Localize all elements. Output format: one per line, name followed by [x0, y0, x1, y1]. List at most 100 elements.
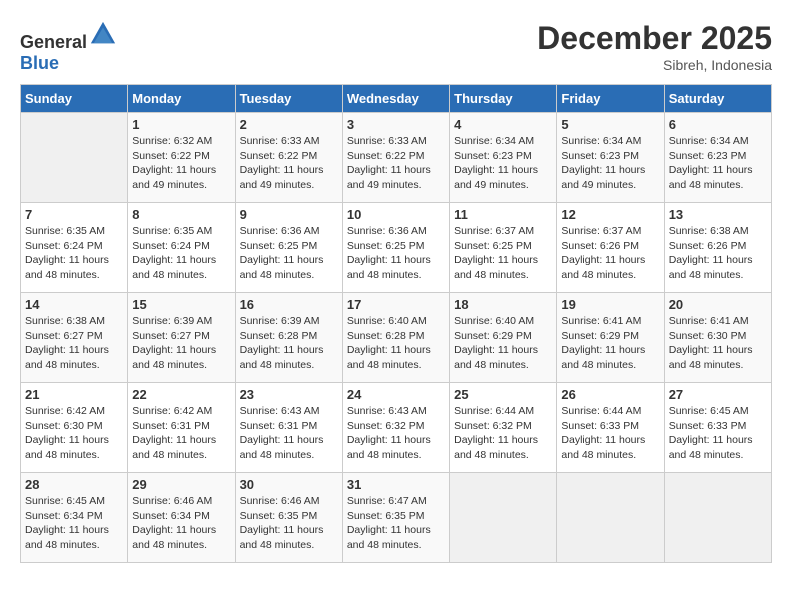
day-number: 17 — [347, 297, 445, 312]
day-number: 9 — [240, 207, 338, 222]
col-header-monday: Monday — [128, 85, 235, 113]
calendar-cell: 2 Sunrise: 6:33 AMSunset: 6:22 PMDaylight… — [235, 113, 342, 203]
day-number: 22 — [132, 387, 230, 402]
day-number: 2 — [240, 117, 338, 132]
cell-info: Sunrise: 6:35 AMSunset: 6:24 PMDaylight:… — [132, 224, 230, 283]
calendar-cell: 27Sunrise: 6:45 AMSunset: 6:33 PMDayligh… — [664, 383, 771, 473]
cell-info: Sunrise: 6:41 AMSunset: 6:30 PMDaylight:… — [669, 314, 767, 373]
cell-info: Sunrise: 6:36 AMSunset: 6:25 PMDaylight:… — [240, 224, 338, 283]
calendar-week-3: 14Sunrise: 6:38 AMSunset: 6:27 PMDayligh… — [21, 293, 772, 383]
calendar-cell: 9 Sunrise: 6:36 AMSunset: 6:25 PMDaylight… — [235, 203, 342, 293]
cell-info: Sunrise: 6:40 AMSunset: 6:28 PMDaylight:… — [347, 314, 445, 373]
day-number: 25 — [454, 387, 552, 402]
calendar-cell: 10 Sunrise: 6:36 AMSunset: 6:25 PMDayligh… — [342, 203, 449, 293]
cell-info: Sunrise: 6:33 AMSunset: 6:22 PMDaylight:… — [240, 134, 338, 193]
day-number: 31 — [347, 477, 445, 492]
cell-info: Sunrise: 6:46 AMSunset: 6:35 PMDaylight:… — [240, 494, 338, 553]
cell-info: Sunrise: 6:34 AMSunset: 6:23 PMDaylight:… — [454, 134, 552, 193]
month-year-title: December 2025 — [537, 20, 772, 57]
cell-info: Sunrise: 6:32 AMSunset: 6:22 PMDaylight:… — [132, 134, 230, 193]
calendar-cell: 28 Sunrise: 6:45 AMSunset: 6:34 PMDayligh… — [21, 473, 128, 563]
col-header-thursday: Thursday — [450, 85, 557, 113]
cell-info: Sunrise: 6:33 AMSunset: 6:22 PMDaylight:… — [347, 134, 445, 193]
day-number: 5 — [561, 117, 659, 132]
day-number: 24 — [347, 387, 445, 402]
col-header-friday: Friday — [557, 85, 664, 113]
cell-info: Sunrise: 6:41 AMSunset: 6:29 PMDaylight:… — [561, 314, 659, 373]
calendar-cell: 4Sunrise: 6:34 AMSunset: 6:23 PMDaylight… — [450, 113, 557, 203]
day-number: 26 — [561, 387, 659, 402]
calendar-cell: 25 Sunrise: 6:44 AMSunset: 6:32 PMDayligh… — [450, 383, 557, 473]
calendar-cell: 7 Sunrise: 6:35 AMSunset: 6:24 PMDaylight… — [21, 203, 128, 293]
logo: General Blue — [20, 20, 117, 74]
cell-info: Sunrise: 6:44 AMSunset: 6:33 PMDaylight:… — [561, 404, 659, 463]
calendar-cell: 26 Sunrise: 6:44 AMSunset: 6:33 PMDayligh… — [557, 383, 664, 473]
cell-info: Sunrise: 6:37 AMSunset: 6:25 PMDaylight:… — [454, 224, 552, 283]
calendar-cell: 15Sunrise: 6:39 AMSunset: 6:27 PMDayligh… — [128, 293, 235, 383]
day-number: 16 — [240, 297, 338, 312]
calendar-cell: 23 Sunrise: 6:43 AMSunset: 6:31 PMDayligh… — [235, 383, 342, 473]
calendar-table: SundayMondayTuesdayWednesdayThursdayFrid… — [20, 84, 772, 563]
logo-blue: Blue — [20, 53, 59, 73]
location-subtitle: Sibreh, Indonesia — [537, 57, 772, 73]
calendar-cell: 17 Sunrise: 6:40 AMSunset: 6:28 PMDayligh… — [342, 293, 449, 383]
day-number: 23 — [240, 387, 338, 402]
calendar-cell: 20 Sunrise: 6:41 AMSunset: 6:30 PMDayligh… — [664, 293, 771, 383]
cell-info: Sunrise: 6:43 AMSunset: 6:31 PMDaylight:… — [240, 404, 338, 463]
day-number: 14 — [25, 297, 123, 312]
day-number: 8 — [132, 207, 230, 222]
col-header-sunday: Sunday — [21, 85, 128, 113]
calendar-header-row: SundayMondayTuesdayWednesdayThursdayFrid… — [21, 85, 772, 113]
cell-info: Sunrise: 6:35 AMSunset: 6:24 PMDaylight:… — [25, 224, 123, 283]
calendar-cell: 8 Sunrise: 6:35 AMSunset: 6:24 PMDaylight… — [128, 203, 235, 293]
col-header-saturday: Saturday — [664, 85, 771, 113]
calendar-cell — [21, 113, 128, 203]
calendar-cell: 11Sunrise: 6:37 AMSunset: 6:25 PMDayligh… — [450, 203, 557, 293]
col-header-tuesday: Tuesday — [235, 85, 342, 113]
cell-info: Sunrise: 6:43 AMSunset: 6:32 PMDaylight:… — [347, 404, 445, 463]
day-number: 10 — [347, 207, 445, 222]
cell-info: Sunrise: 6:46 AMSunset: 6:34 PMDaylight:… — [132, 494, 230, 553]
cell-info: Sunrise: 6:47 AMSunset: 6:35 PMDaylight:… — [347, 494, 445, 553]
cell-info: Sunrise: 6:42 AMSunset: 6:30 PMDaylight:… — [25, 404, 123, 463]
calendar-week-4: 21 Sunrise: 6:42 AMSunset: 6:30 PMDayligh… — [21, 383, 772, 473]
calendar-week-1: 1Sunrise: 6:32 AMSunset: 6:22 PMDaylight… — [21, 113, 772, 203]
calendar-cell: 3Sunrise: 6:33 AMSunset: 6:22 PMDaylight… — [342, 113, 449, 203]
cell-info: Sunrise: 6:37 AMSunset: 6:26 PMDaylight:… — [561, 224, 659, 283]
cell-info: Sunrise: 6:40 AMSunset: 6:29 PMDaylight:… — [454, 314, 552, 373]
calendar-cell — [450, 473, 557, 563]
calendar-cell: 5 Sunrise: 6:34 AMSunset: 6:23 PMDaylight… — [557, 113, 664, 203]
cell-info: Sunrise: 6:45 AMSunset: 6:34 PMDaylight:… — [25, 494, 123, 553]
day-number: 15 — [132, 297, 230, 312]
calendar-cell: 31 Sunrise: 6:47 AMSunset: 6:35 PMDayligh… — [342, 473, 449, 563]
day-number: 28 — [25, 477, 123, 492]
cell-info: Sunrise: 6:39 AMSunset: 6:28 PMDaylight:… — [240, 314, 338, 373]
calendar-cell: 12 Sunrise: 6:37 AMSunset: 6:26 PMDayligh… — [557, 203, 664, 293]
calendar-week-2: 7 Sunrise: 6:35 AMSunset: 6:24 PMDaylight… — [21, 203, 772, 293]
col-header-wednesday: Wednesday — [342, 85, 449, 113]
day-number: 7 — [25, 207, 123, 222]
calendar-cell: 1Sunrise: 6:32 AMSunset: 6:22 PMDaylight… — [128, 113, 235, 203]
calendar-week-5: 28 Sunrise: 6:45 AMSunset: 6:34 PMDayligh… — [21, 473, 772, 563]
calendar-cell — [664, 473, 771, 563]
cell-info: Sunrise: 6:36 AMSunset: 6:25 PMDaylight:… — [347, 224, 445, 283]
day-number: 19 — [561, 297, 659, 312]
calendar-cell: 6 Sunrise: 6:34 AMSunset: 6:23 PMDaylight… — [664, 113, 771, 203]
calendar-cell: 18Sunrise: 6:40 AMSunset: 6:29 PMDayligh… — [450, 293, 557, 383]
calendar-cell: 30Sunrise: 6:46 AMSunset: 6:35 PMDayligh… — [235, 473, 342, 563]
day-number: 20 — [669, 297, 767, 312]
calendar-cell: 29 Sunrise: 6:46 AMSunset: 6:34 PMDayligh… — [128, 473, 235, 563]
cell-info: Sunrise: 6:45 AMSunset: 6:33 PMDaylight:… — [669, 404, 767, 463]
cell-info: Sunrise: 6:34 AMSunset: 6:23 PMDaylight:… — [669, 134, 767, 193]
day-number: 6 — [669, 117, 767, 132]
day-number: 21 — [25, 387, 123, 402]
cell-info: Sunrise: 6:42 AMSunset: 6:31 PMDaylight:… — [132, 404, 230, 463]
day-number: 29 — [132, 477, 230, 492]
day-number: 12 — [561, 207, 659, 222]
calendar-cell: 22 Sunrise: 6:42 AMSunset: 6:31 PMDayligh… — [128, 383, 235, 473]
title-block: December 2025 Sibreh, Indonesia — [537, 20, 772, 73]
cell-info: Sunrise: 6:44 AMSunset: 6:32 PMDaylight:… — [454, 404, 552, 463]
cell-info: Sunrise: 6:34 AMSunset: 6:23 PMDaylight:… — [561, 134, 659, 193]
calendar-cell — [557, 473, 664, 563]
logo-icon — [89, 20, 117, 48]
